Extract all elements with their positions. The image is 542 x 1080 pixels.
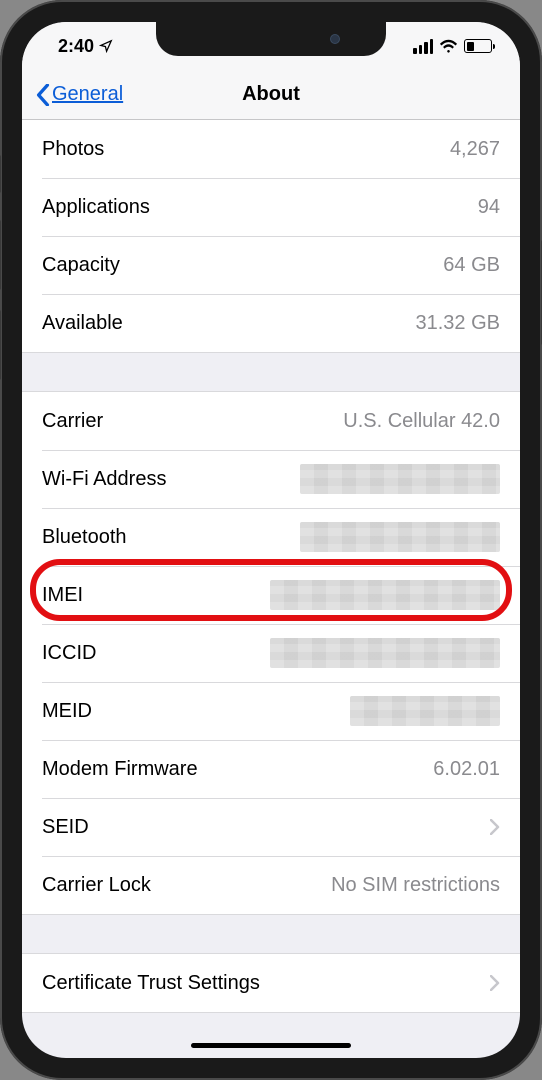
section-storage: Photos 4,267 Applications 94 Capacity 64… xyxy=(22,120,520,353)
home-indicator[interactable] xyxy=(191,1043,351,1048)
row-value: 31.32 GB xyxy=(415,312,500,335)
row-applications[interactable]: Applications 94 xyxy=(22,178,520,236)
redacted-value xyxy=(300,464,500,494)
row-value: 4,267 xyxy=(450,138,500,161)
battery-fill xyxy=(467,42,474,51)
row-value: No SIM restrictions xyxy=(331,874,500,897)
content: Photos 4,267 Applications 94 Capacity 64… xyxy=(22,120,520,1013)
status-right xyxy=(413,39,492,54)
row-value xyxy=(300,464,500,494)
redacted-value xyxy=(270,638,500,668)
row-label: MEID xyxy=(42,700,92,723)
section-gap xyxy=(22,353,520,391)
chevron-right-icon xyxy=(490,975,500,991)
row-value xyxy=(270,638,500,668)
row-value: 64 GB xyxy=(443,254,500,277)
cellular-signal-icon xyxy=(413,39,433,54)
back-label: General xyxy=(52,83,123,106)
row-label: Capacity xyxy=(42,254,120,277)
row-label: Photos xyxy=(42,138,104,161)
side-button xyxy=(0,155,1,193)
row-certificate-trust[interactable]: Certificate Trust Settings xyxy=(22,954,520,1012)
row-imei[interactable]: IMEI xyxy=(22,566,520,624)
row-value xyxy=(350,696,500,726)
row-wifi-address[interactable]: Wi-Fi Address xyxy=(22,450,520,508)
row-value: 6.02.01 xyxy=(433,758,500,781)
row-value xyxy=(490,819,500,835)
row-label: Certificate Trust Settings xyxy=(42,972,260,995)
row-label: IMEI xyxy=(42,584,83,607)
clock-text: 2:40 xyxy=(58,36,94,57)
chevron-right-icon xyxy=(490,819,500,835)
section-gap xyxy=(22,915,520,953)
camera-dot xyxy=(330,34,340,44)
row-photos[interactable]: Photos 4,267 xyxy=(22,120,520,178)
row-label: Available xyxy=(42,312,123,335)
row-iccid[interactable]: ICCID xyxy=(22,624,520,682)
redacted-value xyxy=(300,522,500,552)
section-identifiers: Carrier U.S. Cellular 42.0 Wi-Fi Address… xyxy=(22,391,520,915)
row-label: Applications xyxy=(42,196,150,219)
chevron-left-icon xyxy=(36,84,50,106)
redacted-value xyxy=(350,696,500,726)
row-label: Bluetooth xyxy=(42,526,127,549)
row-value xyxy=(490,975,500,991)
row-value: 94 xyxy=(478,196,500,219)
row-modem-firmware[interactable]: Modem Firmware 6.02.01 xyxy=(22,740,520,798)
notch xyxy=(156,22,386,56)
back-button[interactable]: General xyxy=(36,83,123,106)
row-label: Carrier xyxy=(42,410,103,433)
nav-header: General About xyxy=(22,70,520,120)
row-value: U.S. Cellular 42.0 xyxy=(343,410,500,433)
row-bluetooth[interactable]: Bluetooth xyxy=(22,508,520,566)
row-carrier[interactable]: Carrier U.S. Cellular 42.0 xyxy=(22,392,520,450)
row-capacity[interactable]: Capacity 64 GB xyxy=(22,236,520,294)
redacted-value xyxy=(270,580,500,610)
phone-frame: 2:40 Gen xyxy=(0,0,542,1080)
row-label: Wi-Fi Address xyxy=(42,468,166,491)
row-available[interactable]: Available 31.32 GB xyxy=(22,294,520,352)
status-time: 2:40 xyxy=(58,36,113,57)
section-certificates: Certificate Trust Settings xyxy=(22,953,520,1013)
wifi-icon xyxy=(439,39,458,53)
row-value xyxy=(300,522,500,552)
location-icon xyxy=(99,39,113,53)
row-label: Modem Firmware xyxy=(42,758,198,781)
row-label: Carrier Lock xyxy=(42,874,151,897)
screen: 2:40 Gen xyxy=(22,22,520,1058)
side-button xyxy=(0,220,1,290)
row-label: ICCID xyxy=(42,642,96,665)
row-label: SEID xyxy=(42,816,89,839)
row-carrier-lock[interactable]: Carrier Lock No SIM restrictions xyxy=(22,856,520,914)
battery-icon xyxy=(464,39,492,53)
row-meid[interactable]: MEID xyxy=(22,682,520,740)
side-button xyxy=(0,310,1,380)
row-value xyxy=(270,580,500,610)
row-seid[interactable]: SEID xyxy=(22,798,520,856)
